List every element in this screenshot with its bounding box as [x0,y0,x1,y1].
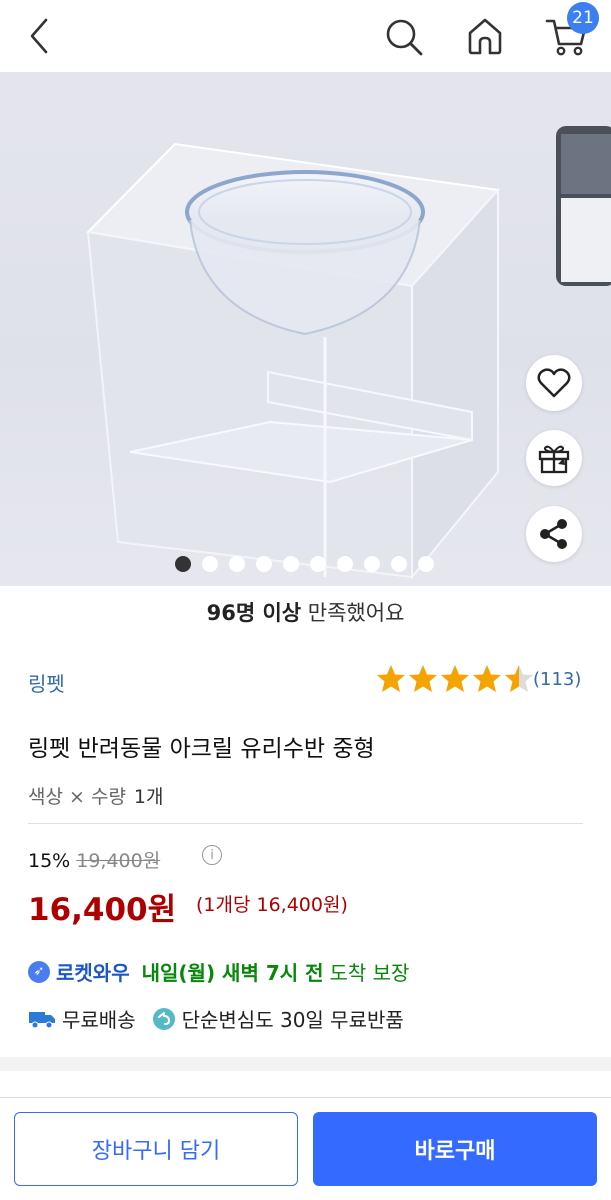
satisfaction-banner: 96명 이상 만족했어요 [0,597,611,627]
arrival-time: 내일(월) 새벽 7시 전 [141,961,324,985]
carousel-dot[interactable] [310,556,326,572]
carousel-dots [175,556,434,572]
carousel-dot[interactable] [283,556,299,572]
carousel-dot[interactable] [337,556,353,572]
carousel-dot[interactable] [175,556,191,572]
rocket-name: 로켓와우 [56,961,130,985]
heart-icon [537,368,571,398]
free-return: 단순변심도 30일 무료반품 [181,1008,404,1032]
product-title: 링펫 반려동물 아크릴 유리수반 중형 [28,736,375,762]
carousel-dot[interactable] [202,556,218,572]
satisfaction-text: 만족했어요 [301,601,405,625]
half-star-icon [505,665,533,692]
unit-price: (1개당 16,400원) [196,894,348,916]
gift-button[interactable] [526,430,582,486]
carousel-dot[interactable] [391,556,407,572]
star-icon [441,665,469,692]
original-price: 19,400원 [76,850,161,872]
star-icon [409,665,437,692]
cart-count-badge: 21 [567,2,599,34]
review-count[interactable]: (113) [533,669,581,690]
option-label: 색상 × 수량 [28,786,126,808]
carousel-dot[interactable] [418,556,434,572]
product-image[interactable] [0,72,611,586]
divider [28,823,583,824]
star-icon [473,665,501,692]
carousel-dot[interactable] [256,556,272,572]
rating-stars[interactable] [376,664,534,693]
discount-row: 15% 19,400원 [28,846,160,873]
return-icon [152,1007,175,1030]
home-icon[interactable] [466,16,504,56]
rocket-icon: ➶ [28,960,50,983]
section-separator [0,1057,611,1071]
gift-icon [538,445,570,474]
add-to-cart-button[interactable]: 장바구니 담기 [14,1112,298,1186]
rocket-delivery-row: ➶ 로켓와우 내일(월) 새벽 7시 전 도착 보장 [28,957,409,986]
top-bar: 21 [0,0,611,72]
discount-rate: 15% [28,850,71,872]
carousel-dot[interactable] [364,556,380,572]
satisfaction-count: 96명 이상 [206,601,302,625]
wishlist-button[interactable] [526,355,582,411]
search-icon[interactable] [384,17,424,57]
shipping-row: 무료배송 단순변심도 30일 무료반품 [28,1004,404,1033]
sale-price: 16,400원 [28,892,177,928]
buy-now-button[interactable]: 바로구매 [313,1112,597,1186]
brand-link[interactable]: 링펫 [28,668,65,697]
option-value: 1개 [133,786,164,808]
carousel-dot[interactable] [229,556,245,572]
arrival-guarantee: 도착 보장 [329,961,410,985]
info-icon[interactable]: i [202,845,222,865]
share-icon [540,519,567,549]
truck-icon [29,1011,55,1028]
chevron-left-icon[interactable] [22,16,56,56]
option-selector[interactable]: 색상 × 수량 1개 [28,782,164,809]
product-photo [85,126,611,580]
free-shipping: 무료배송 [62,1008,136,1032]
star-icon [377,665,405,692]
bottom-bar-border [0,1097,611,1098]
share-button[interactable] [526,506,582,562]
